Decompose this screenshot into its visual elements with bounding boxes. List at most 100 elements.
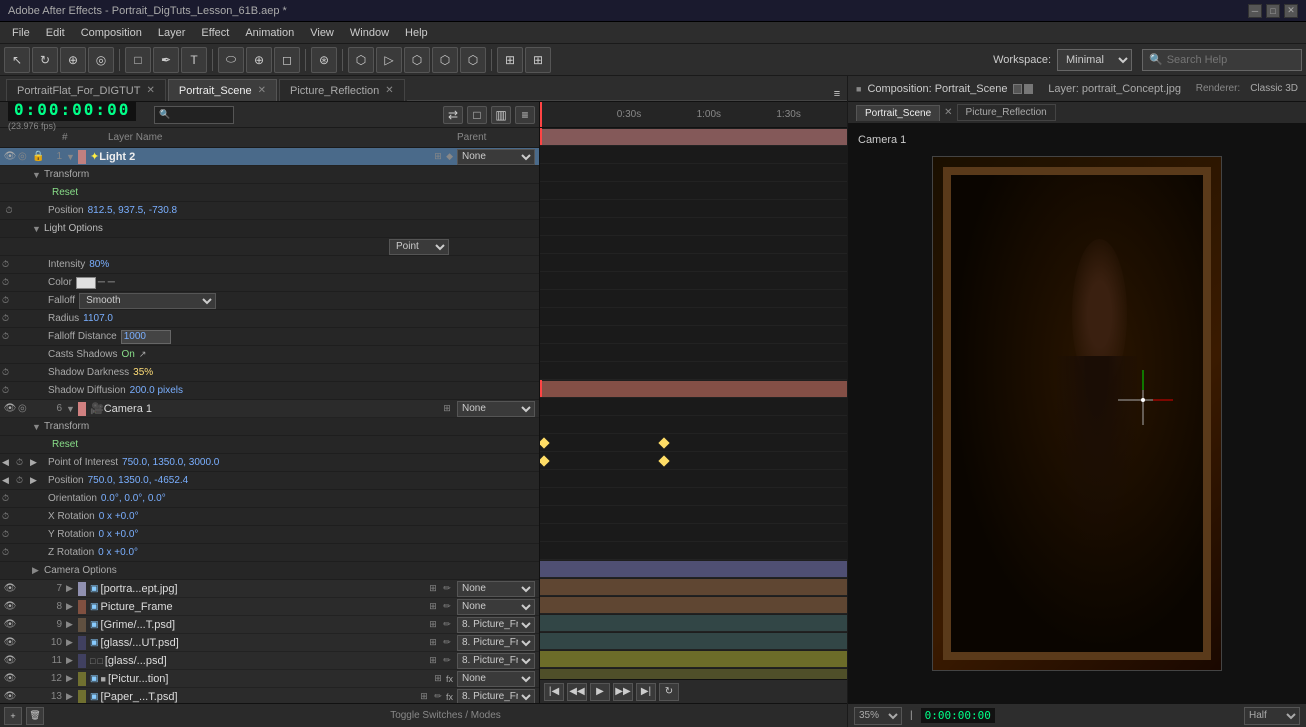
keyframe-cp-1[interactable] xyxy=(540,455,550,466)
nav-arrow-poi-left[interactable]: ◀ xyxy=(2,457,16,468)
vis-12[interactable]: 👁 xyxy=(2,673,18,684)
menu-layer[interactable]: Layer xyxy=(150,25,194,41)
stopwatch-orient[interactable]: ⏱ xyxy=(2,493,16,504)
timecode-display[interactable]: 0:00:00:00 xyxy=(8,102,136,121)
intensity-value[interactable]: 80% xyxy=(89,259,109,270)
psel-11[interactable]: 8. Picture_Fr... xyxy=(457,653,535,669)
track-10[interactable] xyxy=(540,614,847,632)
visibility-6[interactable]: 👁 xyxy=(2,403,18,414)
snap-btn[interactable]: ⊞ xyxy=(497,47,523,73)
transform-section-1[interactable]: ▼ Transform xyxy=(0,166,539,184)
stopwatch-poi[interactable]: ⏱ xyxy=(16,457,30,468)
layer-row-10[interactable]: 👁 10 ▶ ▣ [glass/...UT.psd] ⊞ ✏ 8. Pictur… xyxy=(0,634,539,652)
loop-btn[interactable]: ↻ xyxy=(659,683,679,701)
stopwatch-zrot[interactable]: ⏱ xyxy=(2,547,16,558)
radius-value[interactable]: 1107.0 xyxy=(83,313,113,324)
play-btn[interactable]: ▶ xyxy=(590,683,610,701)
psel-8[interactable]: None xyxy=(457,599,535,615)
track-8[interactable] xyxy=(540,578,847,596)
expand-light-opts[interactable]: ▼ xyxy=(32,224,44,234)
add-layer-btn[interactable]: + xyxy=(4,707,22,725)
lname-9[interactable]: [Grime/...T.psd] xyxy=(101,619,427,631)
workspace-btn4[interactable]: ⬡ xyxy=(432,47,458,73)
menu-help[interactable]: Help xyxy=(397,25,436,41)
camera-tool[interactable]: ◎ xyxy=(88,47,114,73)
layer-row-11[interactable]: 👁 11 ▶ □ □ [glass/...psd] ⊞ ✏ 8. Picture… xyxy=(0,652,539,670)
layer-toggle-btn4[interactable]: ≡ xyxy=(515,106,535,124)
shape-tool[interactable]: □ xyxy=(125,47,151,73)
track-13[interactable] xyxy=(540,668,847,679)
paint-tool[interactable]: ⬭ xyxy=(218,47,244,73)
workspace-btn1[interactable]: ⬡ xyxy=(348,47,374,73)
expand-cam-opts[interactable]: ▶ xyxy=(32,565,44,576)
psel-12[interactable]: None xyxy=(457,671,535,687)
menu-edit[interactable]: Edit xyxy=(38,25,73,41)
solo-1[interactable]: ◎ xyxy=(18,151,32,162)
lname-12[interactable]: [Pictur...tion] xyxy=(108,673,432,685)
stopwatch-radius[interactable]: ⏱ xyxy=(2,313,16,324)
clone-tool[interactable]: ⊕ xyxy=(246,47,272,73)
layer-row-13[interactable]: 👁 13 ▶ ▣ [Paper_...T.psd] ⊞ ✏ fx 8. Pict… xyxy=(0,688,539,703)
light-type-select[interactable]: Point Spot Parallel xyxy=(389,239,449,255)
psel-10[interactable]: 8. Picture_Fr... xyxy=(457,635,535,651)
vis-9[interactable]: 👁 xyxy=(2,619,18,630)
minimize-button[interactable]: ─ xyxy=(1248,4,1262,18)
workspace-select[interactable]: Minimal Standard xyxy=(1057,49,1132,71)
zoom-select[interactable]: 35% 50% 100% xyxy=(854,707,902,725)
tabs-menu[interactable]: ≡ xyxy=(827,88,847,101)
workspace-btn2[interactable]: ▷ xyxy=(376,47,402,73)
vis-7[interactable]: 👁 xyxy=(2,583,18,594)
puppet-tool[interactable]: ⊛ xyxy=(311,47,337,73)
lname-13[interactable]: [Paper_...T.psd] xyxy=(101,691,418,703)
tab-close-1[interactable]: ✕ xyxy=(146,85,154,96)
layer-search[interactable]: 🔍 xyxy=(154,106,234,124)
search-help-box[interactable]: 🔍 xyxy=(1142,49,1302,71)
stopwatch-falloff[interactable]: ⏱ xyxy=(2,295,16,306)
layer-name-6[interactable]: Camera 1 xyxy=(104,403,441,415)
keyframe-cp-2[interactable] xyxy=(658,455,669,466)
lock-1[interactable]: 🔒 xyxy=(32,151,46,162)
lname-10[interactable]: [glass/...UT.psd] xyxy=(101,637,427,649)
goto-start-btn[interactable]: |◀ xyxy=(544,683,564,701)
zoom-tool[interactable]: ⊕ xyxy=(60,47,86,73)
stopwatch-intensity[interactable]: ⏱ xyxy=(2,259,16,270)
nav-arrow-cp-left[interactable]: ◀ xyxy=(2,475,16,486)
menu-view[interactable]: View xyxy=(302,25,342,41)
falloff-select[interactable]: Smooth None Inverse Square Clamped xyxy=(79,293,216,309)
vis-10[interactable]: 👁 xyxy=(2,637,18,648)
tab-picture-reflection[interactable]: Picture_Reflection ✕ xyxy=(279,79,405,101)
casts-shadows-value[interactable]: On xyxy=(121,349,134,360)
track-12[interactable] xyxy=(540,650,847,668)
stopwatch-pos-1[interactable]: ⏱ xyxy=(2,205,16,216)
layer-row-8[interactable]: 👁 8 ▶ ▣ Picture_Frame ⊞ ✏ None xyxy=(0,598,539,616)
track-11[interactable] xyxy=(540,632,847,650)
menu-composition[interactable]: Composition xyxy=(73,25,150,41)
color-swatch[interactable] xyxy=(76,277,96,289)
lname-11[interactable]: [glass/...psd] xyxy=(105,655,427,667)
falloff-dist-input[interactable] xyxy=(121,330,171,344)
tab-portrait-flat[interactable]: PortraitFlat_For_DIGTUT ✕ xyxy=(6,79,166,101)
lname-8[interactable]: Picture_Frame xyxy=(101,601,427,613)
select-tool[interactable]: ↖ xyxy=(4,47,30,73)
keyframe-poi-1[interactable] xyxy=(540,437,550,448)
visibility-1[interactable]: 👁 xyxy=(2,151,18,162)
comp-tab-picture-reflection[interactable]: Picture_Reflection xyxy=(957,104,1056,121)
parent-select-6[interactable]: None xyxy=(457,401,535,417)
vis-13[interactable]: 👁 xyxy=(2,691,18,702)
quality-select[interactable]: Half Full Quarter xyxy=(1244,707,1300,725)
vis-11[interactable]: 👁 xyxy=(2,655,18,666)
transform-section-6[interactable]: ▼ Transform xyxy=(0,418,539,436)
layer-name-1[interactable]: Light 2 xyxy=(99,151,432,163)
tab-close-3[interactable]: ✕ xyxy=(385,85,393,96)
menu-animation[interactable]: Animation xyxy=(237,25,302,41)
playhead[interactable] xyxy=(540,102,542,127)
layer-row-12[interactable]: 👁 12 ▶ ▣ ■ [Pictur...tion] ⊞ fx None xyxy=(0,670,539,688)
layer-row-9[interactable]: 👁 9 ▶ ▣ [Grime/...T.psd] ⊞ ✏ 8. Picture_… xyxy=(0,616,539,634)
parent-select-1[interactable]: None xyxy=(457,149,535,165)
workspace-btn5[interactable]: ⬡ xyxy=(460,47,486,73)
tab-portrait-scene[interactable]: Portrait_Scene ✕ xyxy=(168,79,277,101)
shadow-darkness-value[interactable]: 35% xyxy=(133,367,153,378)
maximize-button[interactable]: □ xyxy=(1266,4,1280,18)
comp-close-btn[interactable] xyxy=(1013,84,1022,94)
stopwatch-xrot[interactable]: ⏱ xyxy=(2,511,16,522)
